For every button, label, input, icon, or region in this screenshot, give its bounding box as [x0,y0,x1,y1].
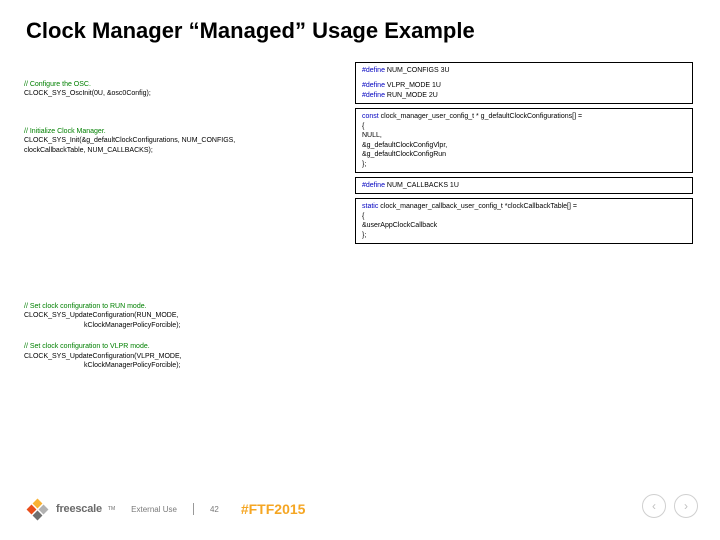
const-box-configurations: const clock_manager_user_config_t * g_de… [355,108,693,173]
code-block-vlpr: // Set clock configuration to VLPR mode.… [24,342,384,370]
code-line: { [362,212,686,221]
code-line: static clock_manager_callback_user_confi… [362,202,686,211]
code-line: NULL, [362,131,686,140]
define-box-callbacks: #define NUM_CALLBACKS 1U [355,177,693,194]
code-block-init: // Initialize Clock Manager. CLOCK_SYS_I… [24,127,344,155]
code-line: }; [362,160,686,169]
code-line: &userAppClockCallback [362,221,686,230]
code-block-osc: // Configure the OSC. CLOCK_SYS_OscInit(… [24,80,344,99]
code-line: &g_defaultClockConfigVlpr, [362,141,686,150]
comment: // Set clock configuration to VLPR mode. [24,342,384,351]
freescale-logo: freescale TM [24,498,115,520]
logo-mark-icon [24,498,50,520]
prev-arrow-button[interactable]: ‹ [642,494,666,518]
code-line: #define RUN_MODE 2U [362,91,686,100]
code-left-col: // Configure the OSC. CLOCK_SYS_OscInit(… [24,80,344,183]
code-block-run: // Set clock configuration to RUN mode. … [24,302,384,330]
code-line: &g_defaultClockConfigRun [362,150,686,159]
static-box-callbacktable: static clock_manager_callback_user_confi… [355,198,693,244]
slide-title: Clock Manager “Managed” Usage Example [26,18,475,44]
code-line: CLOCK_SYS_OscInit(0U, &osc0Config); [24,89,344,98]
code-line: CLOCK_SYS_UpdateConfiguration(VLPR_MODE, [24,352,384,361]
code-line: }; [362,231,686,240]
code-line: const clock_manager_user_config_t * g_de… [362,112,686,121]
code-line: { [362,122,686,131]
code-line: kClockManagerPolicyForcible); [24,321,384,330]
logo-text: freescale [56,503,102,515]
divider [193,503,194,515]
code-line: CLOCK_SYS_Init(&g_defaultClockConfigurat… [24,136,344,145]
code-line: #define VLPR_MODE 1U [362,81,686,90]
code-line: #define NUM_CONFIGS 3U [362,66,686,75]
code-line: CLOCK_SYS_UpdateConfiguration(RUN_MODE, [24,311,384,320]
code-line: #define NUM_CALLBACKS 1U [362,181,686,190]
footer: freescale TM External Use 42 #FTF2015 [24,498,305,520]
external-use-label: External Use [131,505,177,514]
comment: // Configure the OSC. [24,80,344,89]
nav-arrows: ‹ › [642,494,698,518]
comment: // Initialize Clock Manager. [24,127,344,136]
define-box-configs: #define NUM_CONFIGS 3U #define VLPR_MODE… [355,62,693,104]
next-arrow-button[interactable]: › [674,494,698,518]
trademark: TM [108,506,115,512]
code-set-block: // Set clock configuration to RUN mode. … [24,302,384,383]
hashtag: #FTF2015 [241,501,306,517]
page-number: 42 [210,505,219,514]
right-snippet-col: #define NUM_CONFIGS 3U #define VLPR_MODE… [355,62,693,248]
comment: // Set clock configuration to RUN mode. [24,302,384,311]
code-line: clockCallbackTable, NUM_CALLBACKS); [24,146,344,155]
code-line: kClockManagerPolicyForcible); [24,361,384,370]
